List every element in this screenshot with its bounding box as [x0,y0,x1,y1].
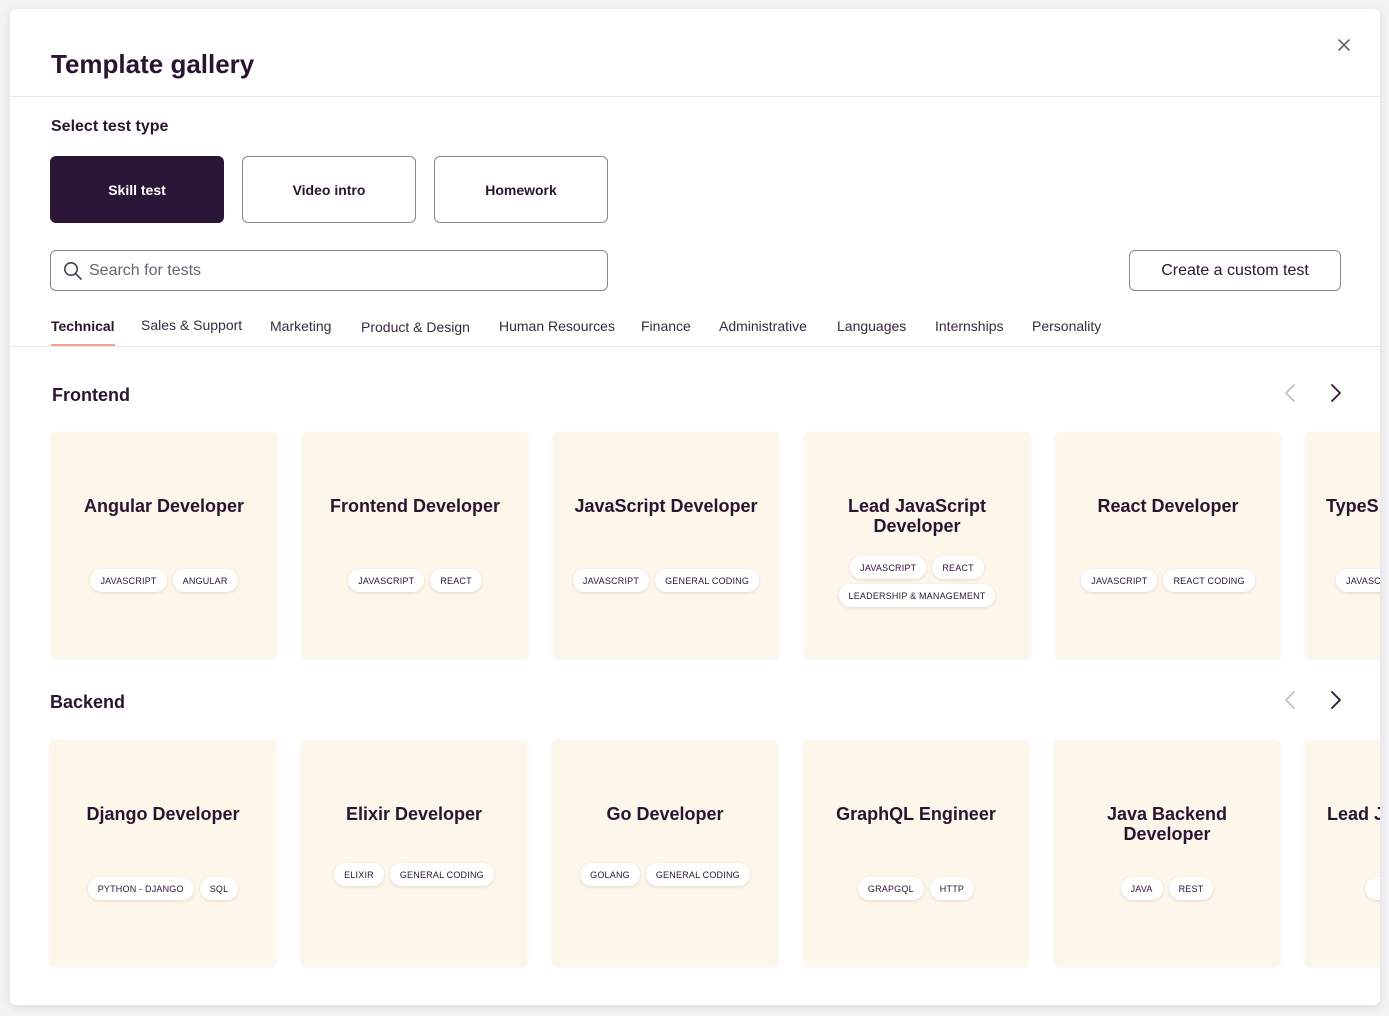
template-card-javascript-developer[interactable]: JavaScript Developer JAVASCRIPT GENERAL … [553,432,779,658]
template-card-typescript-partial[interactable]: TypeS JAVASC [1306,432,1380,658]
close-icon [1338,39,1350,51]
skill-tag: JAVASCRIPT [1081,569,1158,592]
skill-tag: SQL [199,877,239,900]
homework-button[interactable]: Homework [434,156,608,223]
backend-section-title: Backend [50,692,126,712]
chevron-right-icon [1331,384,1341,402]
skill-tag: GOLANG [580,863,640,886]
backend-next-button[interactable] [1324,689,1346,711]
tab-technical[interactable]: Technical [51,318,115,346]
skill-tag: JAVA [1120,877,1163,900]
skill-tag: PYTHON - DJANGO [87,877,194,900]
chevron-left-icon [1285,384,1295,402]
chevron-left-icon [1285,691,1295,709]
template-card-lead-javascript-developer[interactable]: Lead JavaScript Developer JAVASCRIPT REA… [804,432,1030,658]
search-icon [64,261,82,280]
template-card-graphql-engineer[interactable]: GraphQL Engineer GRAPGQL HTTP [803,740,1029,966]
skill-tag: GRAPGQL [857,877,924,900]
frontend-next-button[interactable] [1324,382,1346,404]
skill-tag: JAVASCRIPT [850,556,927,579]
skill-tag: ANGULAR [172,569,238,592]
tab-internships[interactable]: Internships [935,318,1003,344]
card-tags: ELIXIR GENERAL CODING [307,863,521,886]
select-test-type-label: Select test type [51,118,169,135]
chevron-right-icon [1331,691,1341,709]
skill-tag: HTTP [929,877,975,900]
template-card-angular-developer[interactable]: Angular Developer JAVASCRIPT ANGULAR [51,432,277,658]
card-tags: JAVASCRIPT REACT [308,569,522,592]
tab-marketing[interactable]: Marketing [270,318,331,344]
template-card-java-backend-developer[interactable]: Java Backend Developer JAVA REST [1054,740,1280,966]
close-button[interactable] [1334,35,1354,55]
skill-tag: JAVASCRIPT [90,569,167,592]
skill-test-button[interactable]: Skill test [50,156,224,223]
card-tags: JAVASC [1336,569,1380,592]
template-card-react-developer[interactable]: React Developer JAVASCRIPT REACT CODING [1055,432,1281,658]
video-intro-button[interactable]: Video intro [242,156,416,223]
skill-tag: REACT [932,556,984,579]
category-tabs: Technical Sales & Support Marketing Prod… [10,309,1380,347]
template-card-elixir-developer[interactable]: Elixir Developer ELIXIR GENERAL CODING [301,740,527,966]
card-title: Frontend Developer [329,496,501,516]
skill-tag: GENERAL CODING [655,569,760,592]
card-tags: PYTHON - DJANGO SQL [56,877,270,900]
skill-tag: LEADERSHIP & MANAGEMENT [838,584,996,607]
card-title: Lead J [1327,804,1380,824]
backend-prev-button[interactable] [1280,689,1302,711]
tab-finance[interactable]: Finance [641,318,691,344]
frontend-prev-button[interactable] [1280,382,1302,404]
tab-languages[interactable]: Languages [837,318,906,344]
tab-sales-support[interactable]: Sales & Support [141,317,242,343]
card-title: Angular Developer [83,496,245,516]
skill-tag: JAVASCRIPT [348,569,425,592]
tab-personality[interactable]: Personality [1032,318,1101,344]
skill-tag: REST [1168,877,1214,900]
card-tags [1365,877,1380,900]
skill-tag: REACT CODING [1163,569,1255,592]
card-title: GraphQL Engineer [836,804,996,824]
card-title: Elixir Developer [345,804,483,824]
skill-tag: REACT [430,569,482,592]
skill-tag: GENERAL CODING [389,863,494,886]
card-title: TypeS [1326,496,1379,516]
skill-tag: JAVASCRIPT [572,569,650,592]
template-card-frontend-developer[interactable]: Frontend Developer JAVASCRIPT REACT [302,432,528,658]
card-title: JavaScript Developer [574,496,758,516]
modal-title: Template gallery [51,49,255,79]
card-title: Django Developer [86,804,240,824]
card-tags: JAVASCRIPT GENERAL CODING [559,569,773,592]
tab-product-design[interactable]: Product & Design [361,319,470,345]
skill-tag: GENERAL CODING [645,863,750,886]
frontend-section-title: Frontend [52,385,130,405]
card-title: Lead JavaScript Developer [847,496,987,536]
card-tags: GRAPGQL HTTP [809,877,1023,900]
card-title: Go Developer [606,804,724,824]
template-card-django-developer[interactable]: Django Developer PYTHON - DJANGO SQL [50,740,276,966]
card-title: React Developer [1097,496,1239,516]
skill-tag: JAVASC [1336,569,1380,592]
create-custom-test-button[interactable]: Create a custom test [1129,250,1341,291]
card-title: Java Backend Developer [1106,804,1228,844]
template-gallery-modal: Template gallery Select test type Skill … [10,9,1380,1005]
card-tags: JAVA REST [1060,877,1274,900]
card-tags: JAVASCRIPT REACT LEADERSHIP & MANAGEMENT [810,556,1024,607]
tab-administrative[interactable]: Administrative [719,318,807,344]
template-card-go-developer[interactable]: Go Developer GOLANG GENERAL CODING [552,740,778,966]
modal-header: Template gallery [10,9,1380,97]
search-input[interactable] [89,261,589,280]
search-box [50,250,608,291]
card-tags: JAVASCRIPT REACT CODING [1061,569,1275,592]
card-tags: JAVASCRIPT ANGULAR [57,569,271,592]
card-tags: GOLANG GENERAL CODING [558,863,772,886]
skill-tag [1365,877,1380,900]
skill-tag: ELIXIR [334,863,384,886]
template-card-lead-partial[interactable]: Lead J [1305,740,1380,966]
tab-human-resources[interactable]: Human Resources [499,318,615,344]
